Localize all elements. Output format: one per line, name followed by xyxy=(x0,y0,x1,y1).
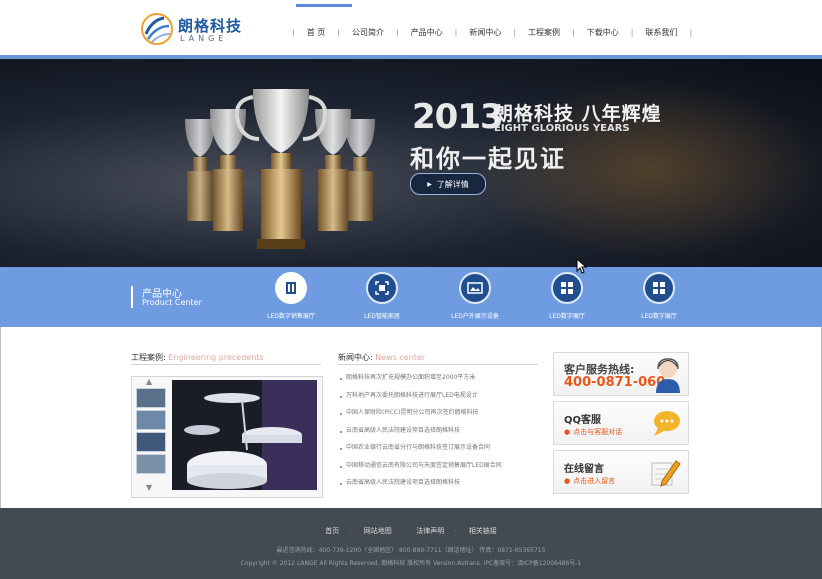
footer-link-home[interactable]: 首页 xyxy=(325,527,339,535)
learn-more-label: 了解详情 xyxy=(436,179,469,189)
message-box: 在线留言 点击进入留言 xyxy=(553,450,689,494)
nav-contact[interactable]: 联系我们 xyxy=(633,27,689,38)
footer-link-legal[interactable]: 法律声明 xyxy=(416,527,444,535)
leave-message-link[interactable]: 点击进入留言 xyxy=(564,476,615,486)
news-item[interactable]: 中国农业银行云南省分行与朗格科技签订展示设备合同 xyxy=(338,442,538,460)
pencil-note-icon xyxy=(651,460,681,487)
message-title: 在线留言 xyxy=(564,464,604,475)
news-item[interactable]: 中国移动通信云南有限公司与天度签定销售展厅LED展合同 xyxy=(338,460,538,478)
case-thumbnail[interactable] xyxy=(136,410,166,430)
product-item-2[interactable]: LED智能家居 xyxy=(342,272,422,324)
case-thumbnail[interactable] xyxy=(136,432,166,452)
footer-nav: 首页 · 网站地图 · 法律声明 · 相关链接 xyxy=(325,527,497,535)
chevron-down-icon[interactable]: ▼ xyxy=(146,483,152,492)
footer-copyright: Copyright © 2012 LANGE All Rights Reserv… xyxy=(240,560,582,567)
footer-link-related[interactable]: 相关链接 xyxy=(469,527,497,535)
nav-news[interactable]: 新闻中心 xyxy=(457,27,513,38)
logo-mark-icon xyxy=(141,13,173,45)
news-item[interactable]: 云南省高级人民法院建设项目选择朗格科技 xyxy=(338,425,538,443)
news-title: 新闻中心 xyxy=(338,353,370,362)
logo-subtext: LANGE xyxy=(180,34,228,43)
qq-service-box: QQ客服 点击与客服对话 xyxy=(553,401,689,445)
product-label: LED数字展厅 xyxy=(549,313,585,320)
nav-active-indicator xyxy=(296,4,352,7)
film-icon xyxy=(275,272,307,304)
news-item[interactable]: 万科地产再次委托朗格科技进行展厅LED电视设计 xyxy=(338,390,538,408)
logo-text: 朗格科技 xyxy=(178,17,243,35)
banner-subtitle: EIGHT GLORIOUS YEARS xyxy=(494,123,630,134)
product-center-subtitle: Product Center xyxy=(142,298,202,307)
product-item-5[interactable]: LED数字展厅 xyxy=(619,272,699,324)
site-header: 朗格科技 LANGE | 首 页 | 公司简介 | 产品中心 | 新闻中心 | … xyxy=(0,0,822,56)
nav-cases[interactable]: 工程案例 xyxy=(516,27,572,38)
site-footer: 首页 · 网站地图 · 法律声明 · 相关链接 最近咨询热线：400-739-1200… xyxy=(0,508,822,579)
case-thumbnail[interactable] xyxy=(136,454,166,474)
product-item-1[interactable]: LED数字销售展厅 xyxy=(251,272,331,324)
news-item[interactable]: 云南省高级人民法院建设项目选择朗格科技 xyxy=(338,477,538,495)
nav-products[interactable]: 产品中心 xyxy=(399,27,455,38)
footer-link-sitemap[interactable]: 网站地图 xyxy=(364,527,392,535)
news-item[interactable]: 朗格科技再次扩充规模办公面积增至2000平方米 xyxy=(338,372,538,390)
screen-capture-icon xyxy=(366,272,398,304)
product-center-bar: 产品中心 Product Center LED数字销售展厅 LED智能家居 LE… xyxy=(0,267,822,327)
footer-contact: 最近咨询热线：400-739-1200（全国地区） 800-889-7711（固… xyxy=(276,547,546,554)
nav-downloads[interactable]: 下载中心 xyxy=(575,27,631,38)
product-label: LED数字销售展厅 xyxy=(267,313,315,320)
product-label: LED户外展示设备 xyxy=(451,313,499,320)
support-agent-icon xyxy=(656,358,680,393)
product-item-4[interactable]: LED数字展厅 xyxy=(527,272,607,324)
nav-home[interactable]: 首 页 xyxy=(295,27,338,38)
case-main-image[interactable] xyxy=(172,380,317,490)
product-item-3[interactable]: LED户外展示设备 xyxy=(435,272,515,324)
news-title-en: News center xyxy=(375,353,426,362)
banner-headline: 朗格科技 八年辉煌 xyxy=(494,103,662,125)
case-thumbnail[interactable] xyxy=(136,388,166,408)
case-thumbnails xyxy=(134,380,166,492)
hotline-box: 客户服务热线: 400-0871-060 xyxy=(553,352,689,396)
chat-bubble-icon xyxy=(654,411,680,436)
trophies-image xyxy=(185,89,375,249)
banner-slogan: 和你一起见证 xyxy=(410,145,566,173)
qq-chat-link[interactable]: 点击与客服对话 xyxy=(564,427,622,437)
grid-icon xyxy=(643,272,675,304)
nav-about[interactable]: 公司简介 xyxy=(340,27,396,38)
qq-title: QQ客服 xyxy=(564,415,602,426)
logo[interactable]: 朗格科技 LANGE xyxy=(140,12,260,46)
product-label: LED智能家居 xyxy=(364,313,400,320)
grid-icon xyxy=(551,272,583,304)
hotline-number[interactable]: 400-0871-060 xyxy=(564,375,665,390)
main-nav: | 首 页 | 公司简介 | 产品中心 | 新闻中心 | 工程案例 | 下载中心… xyxy=(292,27,693,38)
mouse-cursor-icon xyxy=(576,258,588,274)
play-icon: ▶ xyxy=(427,180,432,188)
image-icon xyxy=(459,272,491,304)
product-label: LED数字展厅 xyxy=(641,313,677,320)
cases-title: 工程案例 xyxy=(131,353,163,362)
news-list: 朗格科技再次扩充规模办公面积增至2000平方米 万科地产再次委托朗格科技进行展厅… xyxy=(338,372,538,495)
news-item[interactable]: 中国人保财险(PICC)昆明分公司再次签约朗格科技 xyxy=(338,407,538,425)
cases-title-en: Engineering precedents xyxy=(168,353,264,362)
news-heading: 新闻中心: News center xyxy=(338,353,426,362)
cases-heading: 工程案例: Engineering precedents xyxy=(131,353,264,362)
learn-more-button[interactable]: ▶ 了解详情 xyxy=(410,173,486,195)
banner-year: 2013 xyxy=(412,97,504,137)
hero-banner: 2013 朗格科技 八年辉煌 EIGHT GLORIOUS YEARS 和你一起… xyxy=(0,59,822,267)
